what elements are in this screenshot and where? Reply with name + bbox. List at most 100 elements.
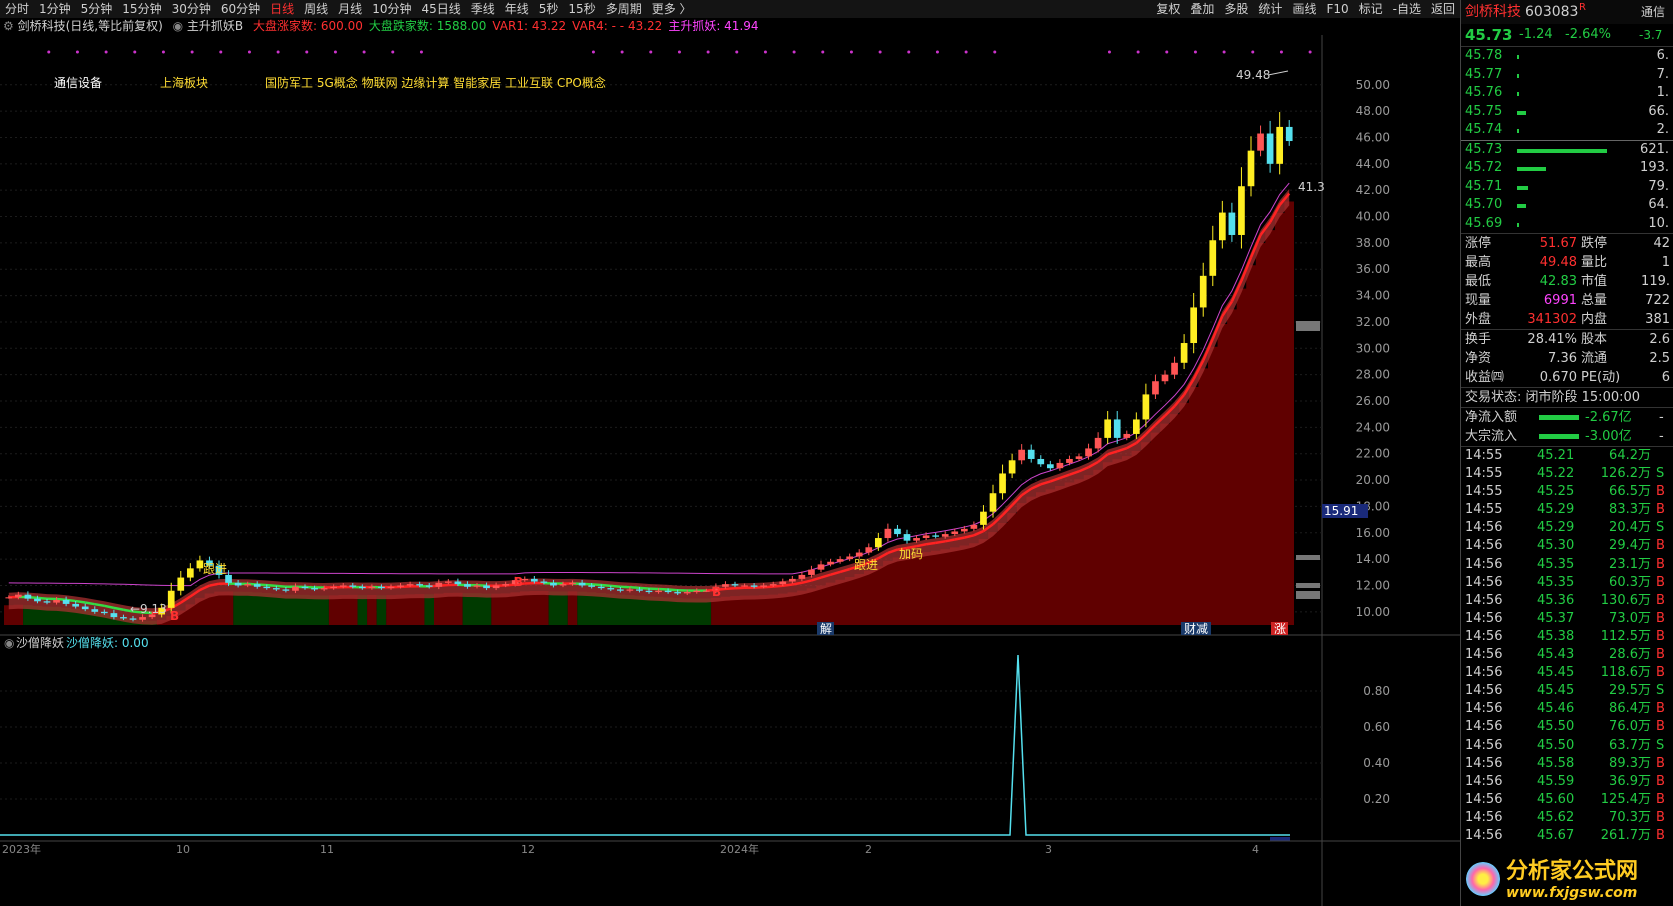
signal-dot [878, 50, 882, 54]
tab-15[interactable]: 多周期 [601, 0, 647, 18]
tick-volume: 86.4万 [1609, 701, 1651, 717]
tick-time: 14:56 [1465, 737, 1503, 753]
tab-5[interactable]: 60分钟 [216, 0, 265, 18]
sub-y-tick: 0.40 [1363, 756, 1390, 770]
tool-2[interactable]: 多股 [1219, 0, 1253, 18]
tick-side: B [1656, 538, 1665, 554]
tool-0[interactable]: 复权 [1151, 0, 1185, 18]
candle-body [62, 599, 70, 604]
tab-8[interactable]: 月线 [333, 0, 367, 18]
signal-dot [75, 50, 79, 54]
signal-dot [677, 50, 681, 54]
stat-value: 6 [1661, 370, 1670, 385]
tab-16[interactable]: 更多 〉 [647, 0, 697, 18]
tool-1[interactable]: 叠加 [1185, 0, 1219, 18]
candle-body [741, 585, 748, 587]
tool-6[interactable]: 标记 [1354, 0, 1388, 18]
candle-body [932, 535, 940, 537]
candle-body [502, 584, 510, 586]
y-tick-label: 14.00 [1356, 552, 1390, 566]
candle-body [492, 585, 500, 589]
chart-area[interactable]: 50.00 48.00 46.00 44.00 42.00 40.00 38.00 36.00… [0, 35, 1460, 906]
price-box-label: 15.91 [1324, 504, 1358, 518]
tab-1[interactable]: 1分钟 [34, 0, 76, 18]
candle-body [1218, 212, 1226, 241]
candle-body [578, 582, 586, 586]
tab-12[interactable]: 年线 [500, 0, 534, 18]
signal-dot [706, 50, 710, 54]
asks-price: 45.75 [1465, 103, 1503, 119]
bids-level[interactable]: 45.70 64. [1461, 196, 1673, 215]
signal-dot [133, 50, 137, 54]
stat-row: 外盘 341302 内盘 381 [1461, 310, 1673, 329]
tab-4[interactable]: 30分钟 [167, 0, 216, 18]
trend-zone [376, 595, 387, 625]
tool-5[interactable]: F10 [1321, 0, 1353, 18]
asks-level[interactable]: 45.77 7. [1461, 66, 1673, 85]
bids-bar [1517, 185, 1528, 190]
candle-body [72, 603, 80, 607]
signal-dot [47, 50, 51, 54]
bids-price: 45.72 [1465, 160, 1503, 175]
candle-body [836, 559, 844, 562]
candle-body [1238, 186, 1245, 235]
kline-chart[interactable]: 50.00 48.00 46.00 44.00 42.00 40.00 38.00 36.00… [0, 35, 1460, 906]
tab-7[interactable]: 周线 [299, 0, 333, 18]
stat-value: 7.36 [1548, 351, 1577, 366]
asks-level[interactable]: 45.74 2. [1461, 121, 1673, 140]
signal-label: 财减 [1184, 622, 1208, 636]
indicator-name[interactable]: 主升抓妖B [187, 19, 243, 33]
ma-segment [94, 602, 105, 608]
asks-price: 45.77 [1465, 66, 1503, 82]
asks-price: 45.74 [1465, 122, 1503, 137]
tool-7[interactable]: -自选 [1388, 0, 1426, 18]
flow-value: -3.00亿 [1585, 429, 1632, 444]
ma-segment [639, 586, 650, 590]
tab-14[interactable]: 15秒 [563, 0, 600, 18]
candle-body [292, 586, 299, 591]
tab-13[interactable]: 5秒 [534, 0, 564, 18]
candle-body [1171, 362, 1178, 375]
tab-10[interactable]: 45日线 [416, 0, 465, 18]
indicator-values: 大盘涨家数: 600.00 大盘跌家数: 1588.00 VAR1: 43.22 VA… [247, 19, 759, 33]
tab-9[interactable]: 10分钟 [367, 0, 416, 18]
asks-level[interactable]: 45.78 6. [1461, 47, 1673, 66]
tool-3[interactable]: 统计 [1253, 0, 1287, 18]
signal-dot [305, 50, 309, 54]
tab-6[interactable]: 日线 [265, 0, 299, 18]
asks-level[interactable]: 45.76 1. [1461, 84, 1673, 103]
tab-2[interactable]: 5分钟 [76, 0, 118, 18]
stat-value: 51.67 [1539, 236, 1577, 251]
bids-level[interactable]: 45.71 79. [1461, 178, 1673, 197]
tab-11[interactable]: 季线 [466, 0, 500, 18]
tick-row: 14:56 45.43 28.6万 B [1461, 646, 1673, 664]
tool-4[interactable]: 画线 [1287, 0, 1321, 18]
tab-3[interactable]: 15分钟 [117, 0, 166, 18]
tick-side: B [1656, 628, 1665, 644]
tick-time: 14:56 [1465, 520, 1503, 536]
tick-volume: 130.6万 [1600, 592, 1651, 608]
asks-level[interactable]: 45.75 66. [1461, 103, 1673, 122]
tab-0[interactable]: 分时 [0, 0, 34, 18]
bids-level[interactable]: 45.73 621. [1461, 141, 1673, 160]
stat-key: 涨停 [1465, 236, 1492, 251]
signal-label: 涨 [1274, 621, 1286, 636]
trade-status: 交易状态: 闭市阶段 15:00:00 [1461, 388, 1673, 407]
y-tick-label: 28.00 [1356, 368, 1390, 382]
sub-toggle-icon[interactable]: ◉ [4, 636, 14, 650]
candle-body [894, 528, 901, 535]
tool-8[interactable]: 返回 [1426, 0, 1460, 18]
trend-zone [424, 594, 434, 625]
indicator-title-line: ⚙ 剑桥科技(日线,等比前复权) ◉ 主升抓妖B 大盘涨家数: 600.00 大盘… [0, 18, 1460, 35]
candle-body [1075, 456, 1083, 459]
indicator-toggle-icon[interactable]: ◉ [167, 19, 183, 33]
candle-body [655, 590, 662, 593]
candle-body [301, 586, 309, 589]
candle-body [970, 524, 978, 529]
ma-segment [56, 597, 67, 602]
settings-icon[interactable]: ⚙ [0, 19, 14, 33]
asks-bar [1517, 55, 1519, 59]
candle-body [139, 617, 146, 620]
bids-level[interactable]: 45.69 10. [1461, 215, 1673, 234]
bids-level[interactable]: 45.72 193. [1461, 159, 1673, 178]
